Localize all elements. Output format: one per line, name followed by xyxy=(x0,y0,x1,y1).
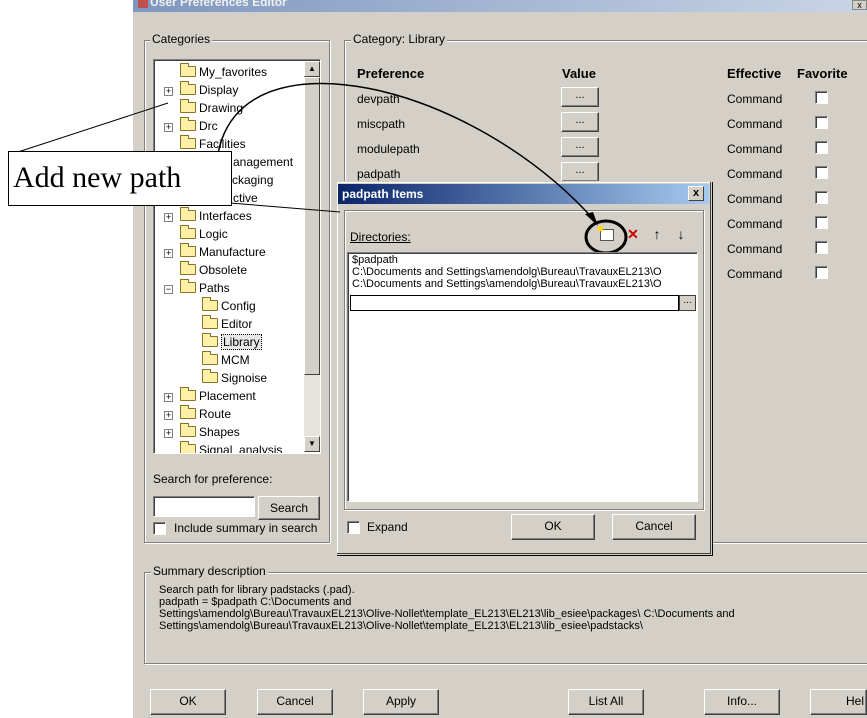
add-new-path-callout: Add new path xyxy=(8,151,232,206)
annotation-leader-line-2 xyxy=(229,202,341,213)
annotation-arrow-head xyxy=(585,212,598,226)
annotation-arrow-curve xyxy=(217,82,597,223)
annotation-lines xyxy=(17,82,598,226)
annotation-leader-line-1 xyxy=(17,102,169,153)
